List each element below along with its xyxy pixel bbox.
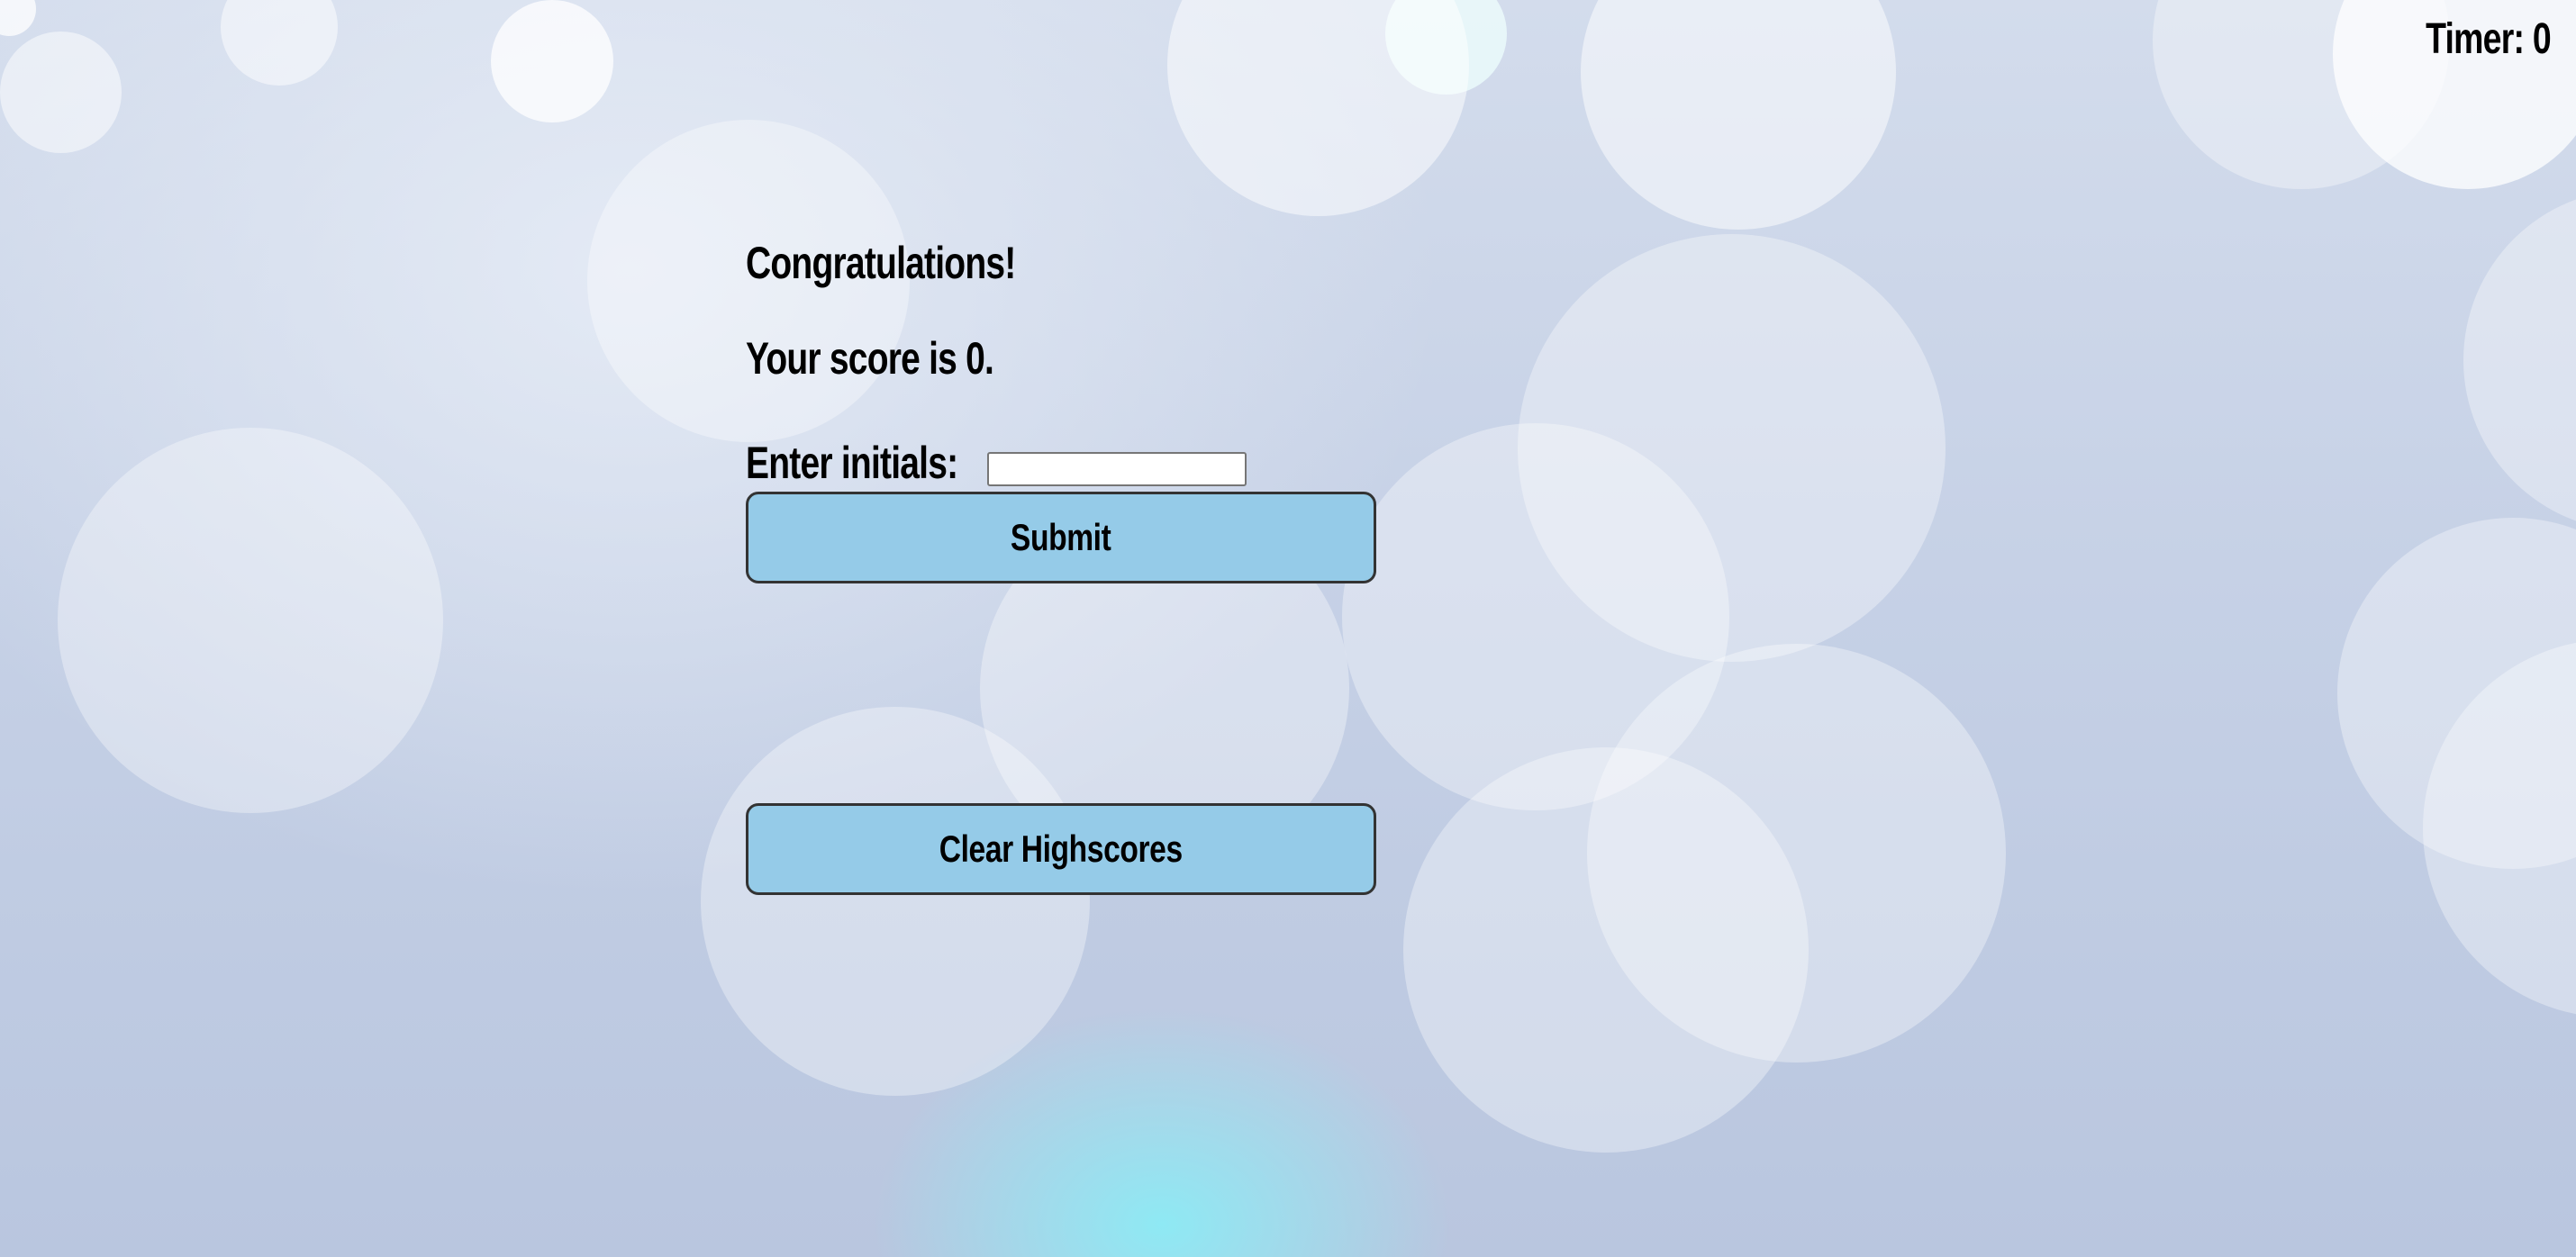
timer-display: Timer: 0 [2426,15,2552,63]
score-text: Your score is 0. [746,333,994,384]
clear-highscores-button[interactable]: Clear Highscores [746,803,1376,895]
submit-button[interactable]: Submit [746,492,1376,583]
congratulations-heading: Congratulations! [746,238,1016,288]
bokeh-bubble [491,0,613,122]
bokeh-bubble [1167,0,1469,216]
bokeh-bubble [701,707,1090,1096]
bokeh-bubble [58,428,443,813]
results-panel: Congratulations! Your score is 0. Enter … [746,236,1376,895]
clear-highscores-button-label: Clear Highscores [939,827,1183,870]
bokeh-bubble [221,0,338,86]
bokeh-bubble [1581,0,1896,230]
initials-label: Enter initials: [746,438,958,488]
bokeh-bubble [2463,189,2576,531]
bokeh-bubble [0,0,36,36]
bokeh-bubble [1587,644,2006,1063]
submit-button-label: Submit [1011,516,1111,558]
initials-input[interactable] [987,452,1247,486]
bokeh-bubble [0,32,122,153]
bokeh-background [0,0,2576,1257]
